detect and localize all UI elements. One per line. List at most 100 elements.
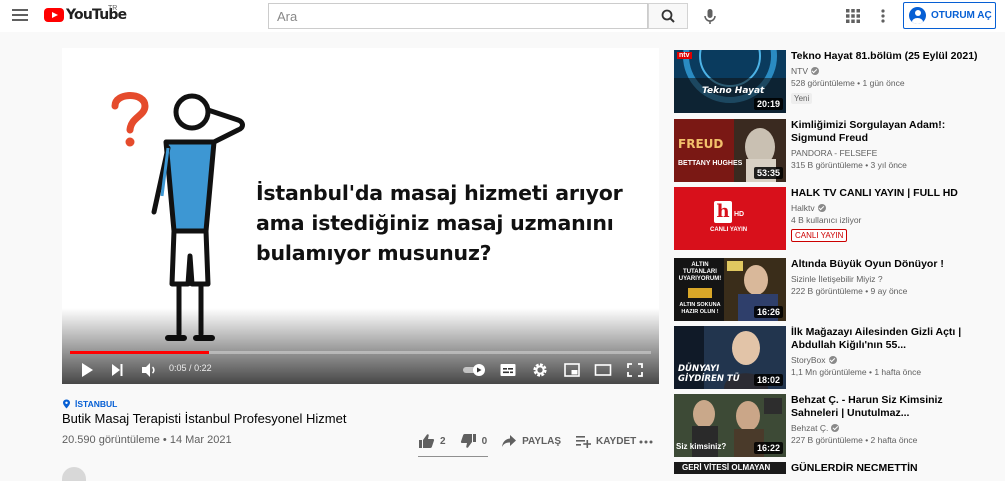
location-pin-icon [63,399,70,409]
sign-in-label: OTURUM AÇ [931,10,992,21]
recommendation-info: İlk Mağazayı Ailesinden Gizli Açtı | Abd… [791,326,991,377]
subtitles-icon[interactable] [499,360,517,380]
apps-icon [846,9,860,23]
channel-label: Sizinle İletişebilir Miyiz ? [791,274,883,284]
duration-badge: 53:35 [753,167,783,179]
youtube-play-icon [44,8,64,22]
live-badge: CANLI YAYIN [791,229,848,242]
recommendation-item[interactable]: h HD CANLI YAYIN HALK TV CANLI YAYIN | F… [674,187,994,251]
view-info: 1,1 Mn görüntüleme • 1 hafta önce [791,367,922,377]
recommendation-title[interactable]: GÜNLERDİR NECMETTİN [791,462,991,474]
channel-name[interactable]: Halktv [791,203,991,213]
settings-menu-button[interactable] [876,7,890,25]
recommendation-title[interactable]: Tekno Hayat 81.bölüm (25 Eylül 2021) [791,50,991,63]
dislike-button[interactable]: 0 [460,433,488,449]
channel-name[interactable]: PANDORA - FELSEFE [791,148,991,158]
verified-icon [817,204,826,212]
recommendation-item[interactable]: DÜNYAYI GİYDİREN TÜ 18:02 İlk Mağazayı A… [674,326,994,390]
duration-badge: 16:22 [753,442,783,454]
video-thumbnail[interactable]: ALTIN TUTANLARI UYARIYORUM! ALTIN SOKUNA… [674,258,786,321]
age-label: 9 ay önce [870,286,908,296]
recommendation-item[interactable]: ALTIN TUTANLARI UYARIYORUM! ALTIN SOKUNA… [674,258,994,322]
video-thumbnail[interactable]: ntv Tekno Hayat 20:19 [674,50,786,113]
viewer-count: 4 B kullanıcı izliyor [791,215,862,225]
autoplay-toggle-icon[interactable] [462,360,488,380]
halktv-logo: h [714,201,732,223]
thumbnail-text: FREUD [678,137,724,151]
recommendation-item[interactable]: Siz kimsiniz? 16:22 Behzat Ç. - Harun Si… [674,394,994,458]
video-thumbnail[interactable]: Siz kimsiniz? 16:22 [674,394,786,457]
fullscreen-icon[interactable] [626,360,644,380]
video-thumbnail[interactable]: h HD CANLI YAYIN [674,187,786,250]
channel-name[interactable]: Sizinle İletişebilir Miyiz ? [791,274,991,284]
view-info: 222 B görüntüleme • 9 ay önce [791,286,908,296]
dislike-count: 0 [481,435,488,447]
time-display: 0:05 / 0:22 [169,363,212,373]
volume-icon[interactable] [140,360,158,380]
settings-gear-icon[interactable] [531,360,549,380]
recommendation-info: GÜNLERDİR NECMETTİN [791,462,991,474]
recommendation-title[interactable]: Behzat Ç. - Harun Siz Kimsiniz Sahneleri… [791,394,991,420]
channel-name[interactable]: StoryBox [791,355,991,365]
verified-icon [831,424,840,432]
search-input[interactable] [269,4,647,28]
recommendation-info: Kimliğimizi Sorgulayan Adam!: Sigmund Fr… [791,119,991,170]
recommendation-item[interactable]: FREUD BETTANY HUGHES 53:35 Kimliğimizi S… [674,119,994,183]
confused-person-illustration [111,92,245,341]
next-icon[interactable] [108,360,126,380]
recommendation-title[interactable]: Kimliğimizi Sorgulayan Adam!: Sigmund Fr… [791,119,991,145]
apps-button[interactable] [846,9,860,23]
share-button[interactable]: PAYLAŞ [501,434,561,448]
playlist-add-icon [576,436,592,448]
video-overlay-text: İstanbul'da masaj hizmeti arıyor ama ist… [256,178,656,268]
video-thumbnail[interactable]: DÜNYAYI GİYDİREN TÜ 18:02 [674,326,786,389]
thumbnail-subtext: CANLI YAYIN [710,227,748,233]
youtube-logo[interactable]: YouTube TR [44,5,127,23]
recommendation-info: Behzat Ç. - Harun Siz Kimsiniz Sahneleri… [791,394,991,445]
recommendation-title[interactable]: İlk Mağazayı Ailesinden Gizli Açtı | Abd… [791,326,991,352]
more-actions-icon[interactable] [638,437,654,447]
video-thumbnail[interactable]: FREUD BETTANY HUGHES 53:35 [674,119,786,182]
channel-name[interactable]: Behzat Ç. [791,423,991,433]
play-icon[interactable] [78,360,96,380]
channel-avatar[interactable] [62,467,86,481]
views-label: 528 görüntüleme [791,78,855,88]
search-button[interactable] [648,3,688,29]
video-thumbnail[interactable]: GERİ VİTESİ OLMAYAN [674,462,786,474]
age-label: 3 yıl önce [870,160,907,170]
miniplayer-icon[interactable] [563,360,581,380]
progress-bar[interactable] [70,351,651,354]
voice-search-button[interactable] [699,5,721,27]
location-link[interactable]: İSTANBUL [62,399,117,409]
channel-name[interactable]: NTV [791,66,991,76]
recommendation-title[interactable]: HALK TV CANLI YAYIN | FULL HD [791,187,991,200]
recommendation-item[interactable]: GERİ VİTESİ OLMAYAN GÜNLERDİR NECMETTİN [674,462,994,474]
recommendation-info: Altında Büyük Oyun Dönüyor ! Sizinle İle… [791,258,991,296]
duration-badge: 16:26 [753,306,783,318]
location-label: İSTANBUL [75,399,118,409]
like-button[interactable]: 2 [418,433,446,449]
view-count: 20.590 görüntüleme [62,434,160,446]
mic-icon [704,9,716,24]
verified-icon [828,356,837,364]
more-vert-icon [881,9,885,23]
view-info: 227 B görüntüleme • 2 hafta önce [791,435,918,445]
sign-in-button[interactable]: OTURUM AÇ [903,2,996,29]
video-player[interactable]: İstanbul'da masaj hizmeti arıyor ama ist… [62,48,659,384]
thumbs-down-icon [460,434,476,448]
share-icon [502,435,517,447]
publish-date: 14 Mar 2021 [169,434,232,446]
overlay-line: ama istediğiniz masaj uzmanını [256,211,614,235]
overlay-line: İstanbul'da masaj hizmeti arıyor [256,181,623,205]
channel-label: PANDORA - FELSEFE [791,148,878,158]
channel-label: StoryBox [791,355,826,365]
thumbnail-text: Tekno Hayat [702,86,765,96]
new-badge: Yeni [791,93,813,104]
menu-icon[interactable] [12,9,28,23]
save-button[interactable]: KAYDET [575,434,636,448]
age-label: 2 hafta önce [870,435,918,445]
theater-mode-icon[interactable] [594,360,612,380]
recommendation-item[interactable]: ntv Tekno Hayat 20:19 Tekno Hayat 81.böl… [674,50,994,114]
thumbnail-text: Siz kimsiniz? [676,442,727,451]
recommendation-title[interactable]: Altında Büyük Oyun Dönüyor ! [791,258,991,271]
